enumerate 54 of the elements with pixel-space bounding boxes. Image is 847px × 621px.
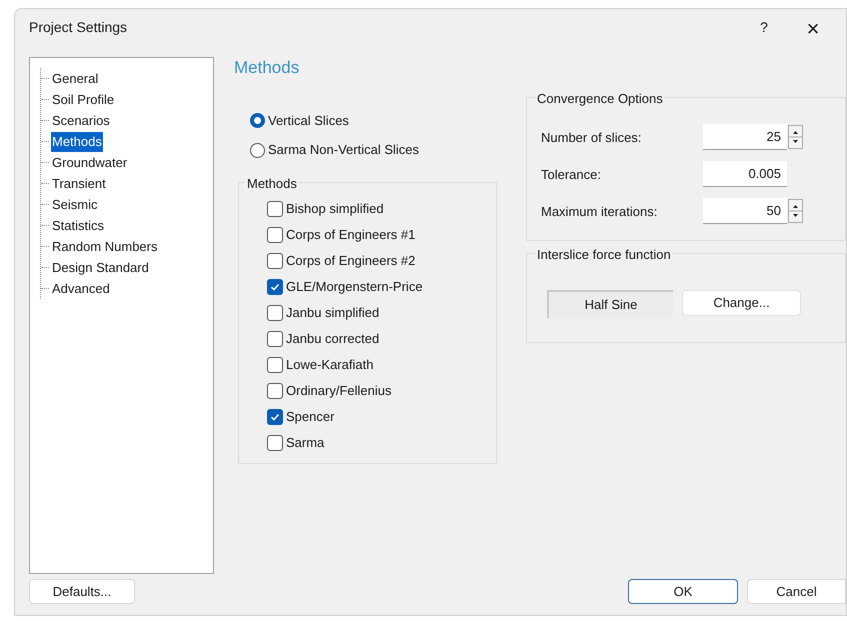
checkbox[interactable] (267, 200, 283, 217)
close-button[interactable]: × (790, 12, 836, 42)
field-label: Tolerance: (541, 166, 602, 184)
window-title: Project Settings (29, 18, 128, 37)
checkbox[interactable] (267, 408, 283, 425)
defaults-button[interactable]: Defaults... (29, 579, 135, 604)
tree-item[interactable]: Advanced (51, 279, 111, 299)
tree-item[interactable]: Groundwater (51, 153, 128, 173)
checkbox[interactable] (267, 252, 283, 269)
checkbox-label[interactable]: GLE/Morgenstern-Price (286, 277, 423, 297)
checkmark-icon (270, 282, 280, 292)
tree-item[interactable]: Statistics (51, 216, 106, 236)
checkbox-label[interactable]: Bishop simplified (286, 199, 384, 219)
checkbox-label[interactable]: Spencer (286, 407, 334, 427)
checkbox-label[interactable]: Corps of Engineers #1 (286, 225, 416, 245)
radio-label[interactable]: Sarma Non-Vertical Slices (268, 140, 419, 160)
checkbox[interactable] (267, 304, 283, 321)
radio-button[interactable] (250, 113, 265, 128)
radio-button[interactable] (250, 142, 265, 158)
spinner-control[interactable] (788, 199, 803, 224)
checkbox-label[interactable]: Sarma (286, 433, 324, 453)
field-label: Maximum iterations: (541, 202, 658, 221)
checkbox[interactable] (267, 356, 283, 373)
cancel-button[interactable]: Cancel (747, 579, 846, 604)
tree-item[interactable]: Soil Profile (51, 90, 116, 110)
change-button[interactable]: Change... (682, 290, 801, 316)
checkbox-label[interactable]: Janbu corrected (286, 329, 380, 349)
tree-item[interactable]: Methods (51, 132, 103, 152)
tree-item[interactable]: General (51, 69, 100, 89)
tree-item[interactable]: Random Numbers (51, 237, 158, 257)
checkbox[interactable] (267, 434, 283, 451)
checkbox[interactable] (267, 226, 283, 243)
number-field[interactable]: 50 (703, 198, 787, 224)
checkbox-label[interactable]: Lowe-Karafiath (286, 355, 374, 375)
tree-item[interactable]: Transient (51, 174, 107, 194)
radio-label[interactable]: Vertical Slices (268, 110, 349, 130)
checkbox[interactable] (267, 330, 283, 347)
help-button[interactable]: ? (744, 12, 784, 42)
function-display: Half Sine (547, 290, 673, 318)
checkbox-label[interactable]: Janbu simplified (286, 303, 380, 323)
checkbox[interactable] (267, 278, 283, 295)
section-heading: Methods (234, 57, 300, 80)
checkbox[interactable] (267, 382, 283, 399)
number-field[interactable]: 25 (703, 124, 787, 150)
tree-item[interactable]: Scenarios (51, 111, 111, 131)
spinner-control[interactable] (788, 125, 803, 150)
number-field[interactable]: 0.005 (703, 161, 787, 188)
tree-item[interactable]: Seismic (51, 195, 99, 215)
checkbox-label[interactable]: Corps of Engineers #2 (286, 251, 416, 271)
checkmark-icon (270, 412, 280, 422)
ok-button[interactable]: OK (628, 579, 738, 604)
field-label: Number of slices: (541, 128, 642, 147)
checkbox-label[interactable]: Ordinary/Fellenius (286, 381, 392, 401)
tree-item[interactable]: Design Standard (51, 258, 150, 278)
